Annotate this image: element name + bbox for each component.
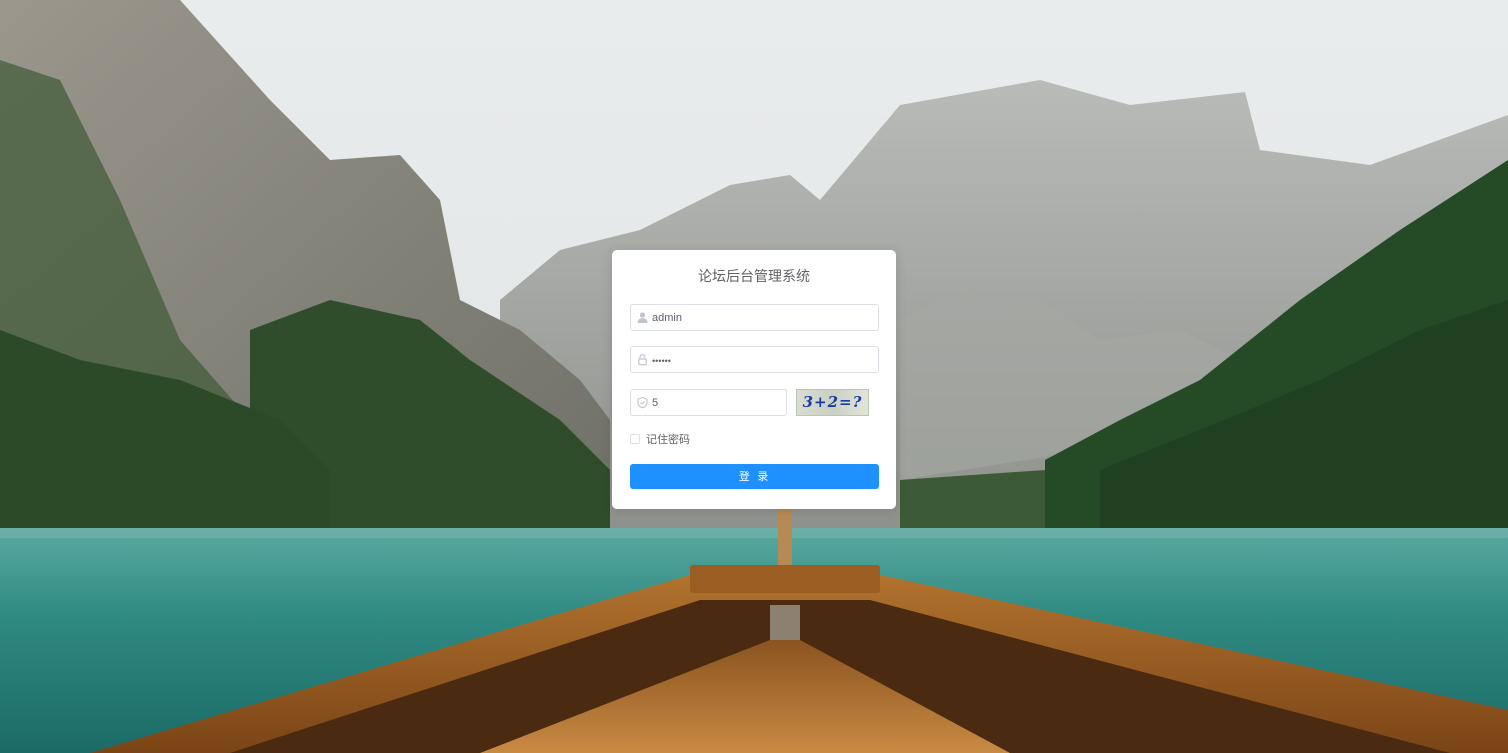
user-icon	[636, 311, 649, 324]
password-field[interactable]: ••••••	[630, 346, 879, 373]
username-value: admin	[652, 312, 682, 324]
page-title: 论坛后台管理系统	[698, 269, 810, 285]
remember-password-checkbox[interactable]: 记住密码	[630, 432, 690, 446]
remember-label: 记住密码	[646, 433, 690, 446]
lock-icon	[636, 353, 649, 366]
username-field[interactable]: admin	[630, 304, 879, 331]
password-value: ••••••	[652, 356, 671, 366]
checkbox-box[interactable]	[630, 434, 640, 444]
login-card: 论坛后台管理系统 admin •••••• 5 3+2=? 记住密码 登 录	[612, 250, 896, 509]
captcha-image-text: 3+2=?	[802, 393, 863, 411]
login-button[interactable]: 登 录	[630, 464, 879, 489]
captcha-value: 5	[652, 397, 659, 409]
shield-icon	[636, 396, 649, 409]
captcha-input[interactable]: 5	[630, 389, 787, 416]
captcha-image[interactable]: 3+2=?	[796, 389, 869, 416]
